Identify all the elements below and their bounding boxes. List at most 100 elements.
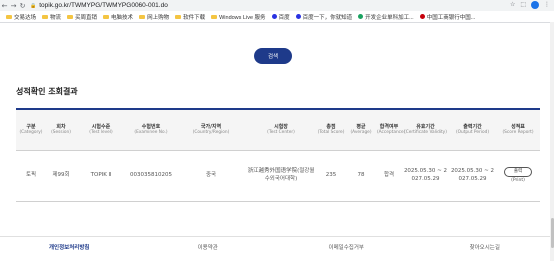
results-table: 구분 (Category) 회차 (Session) 시험수준 (Test level) 수… — [16, 110, 540, 202]
column-header: 총점 (Total Score) — [316, 110, 346, 151]
column-header-en: (Certificate Validity) — [404, 130, 447, 136]
site-favicon-icon — [419, 14, 425, 19]
bookmark-label: 网上购物 — [147, 14, 170, 21]
table-row: 토픽 제99회 TOPIK Ⅱ 003035810205 중국 浙江越秀外国语学… — [16, 150, 540, 202]
cell-country: 중국 — [176, 150, 246, 202]
column-header-ko: 유효기간 — [416, 123, 435, 130]
folder-icon — [139, 14, 146, 19]
lock-icon[interactable]: 🔒 — [30, 3, 36, 9]
column-header-en: (Average) — [350, 130, 372, 136]
url-text[interactable]: topik.go.kr/TWMYPG/TWMYPG0060-001.do — [39, 2, 168, 9]
column-header-ko: 구분 — [26, 123, 36, 130]
column-header: 구분 (Category) — [16, 110, 46, 151]
print-button[interactable]: 출력 — [504, 167, 532, 178]
bookmark-item[interactable]: 网上购物 — [139, 13, 169, 21]
column-header-en: (Test level) — [89, 130, 113, 136]
column-header: 국가/지역 (Country/Region) — [176, 110, 246, 151]
results-title: 성적확인 조회결과 — [16, 87, 78, 96]
column-header: 유효기간 (Certificate Validity) — [402, 110, 449, 151]
table-header-row: 구분 (Category) 회차 (Session) 시험수준 (Test level) 수… — [16, 110, 540, 151]
site-favicon-icon — [358, 14, 364, 19]
column-header-en: (Test Center) — [267, 130, 295, 136]
column-header-en: (Score Report) — [502, 130, 534, 136]
footer-no-email-link[interactable]: 이메일수집거부 — [277, 243, 416, 251]
bookmark-item[interactable]: 软件下载 — [175, 13, 205, 21]
folder-icon — [103, 14, 110, 19]
bookmark-label: 电脑技术 — [111, 14, 134, 21]
scrollbar-thumb[interactable] — [550, 218, 554, 248]
column-header: 성적표 (Score Report) — [496, 110, 540, 151]
bookmark-label: 物流 — [50, 14, 62, 21]
cell-category: 토픽 — [16, 150, 46, 202]
column-header: 수험번호 (Examinee No.) — [126, 110, 176, 151]
column-header: 시험수준 (Test level) — [76, 110, 126, 151]
reload-icon[interactable]: ↻ — [18, 2, 27, 10]
bookmark-label: 交易达场 — [14, 14, 37, 21]
back-icon[interactable]: ← — [0, 2, 9, 10]
column-header-ko: 합격여부 — [379, 123, 399, 130]
cell-acceptance: 합격 — [376, 150, 402, 202]
bookmark-item[interactable]: 开发企业单科加工... — [358, 13, 414, 21]
footer-terms-link[interactable]: 이용약관 — [139, 243, 278, 251]
cell-average: 78 — [346, 150, 376, 202]
menu-icon[interactable]: ⋮ — [544, 1, 550, 9]
bookmark-item[interactable]: 百度 — [271, 13, 290, 21]
column-header-en: (Acceptance) — [377, 130, 406, 136]
profile-avatar[interactable] — [531, 1, 539, 9]
footer-directions-link[interactable]: 찾아오시는길 — [416, 243, 554, 251]
bookmark-item[interactable]: 物流 — [42, 13, 61, 21]
address-bar: ← → ↻ 🔒 topik.go.kr/TWMYPG/TWMYPG0060-00… — [0, 0, 554, 11]
footer-links: 개인정보처리방침 이용약관 이메일수집거부 찾아오시는길 — [0, 236, 554, 257]
column-header-en: (Output Period) — [455, 130, 490, 136]
bookmark-item[interactable]: 电脑技术 — [103, 13, 133, 21]
search-button[interactable]: 검색 — [254, 48, 292, 64]
extensions-icon[interactable]: ⬚ — [520, 1, 526, 9]
column-header-en: (Total Score) — [317, 130, 345, 136]
column-header: 합격여부 (Acceptance) — [376, 110, 406, 151]
bookmark-label: Windows Live 服务 — [219, 14, 266, 21]
bookmark-item[interactable]: 买周直销 — [67, 13, 97, 21]
cell-validity: 2025.05.30 ~ 2027.05.29 — [402, 150, 449, 202]
bookmark-label: 百度一下，你就知道 — [302, 14, 353, 21]
cell-output-period: 2025.05.30 ~ 2027.05.29 — [449, 150, 496, 202]
bookmark-item[interactable]: 交易达场 — [6, 13, 36, 21]
column-header-ko: 수험번호 — [141, 123, 161, 130]
column-header-en: (Country/Region) — [192, 130, 230, 136]
scrollbar[interactable] — [550, 22, 554, 261]
column-header-ko: 성적표 — [511, 123, 525, 130]
bookmark-label: 软件下载 — [183, 14, 206, 21]
column-header-en: (Examinee No.) — [134, 130, 168, 136]
bookmark-label: 买周直销 — [75, 14, 98, 21]
column-header-ko: 국가/지역 — [200, 123, 222, 130]
cell-level: TOPIK Ⅱ — [76, 150, 126, 202]
cell-examinee-no: 003035810205 — [126, 150, 176, 202]
column-header: 시험장 (Test Center) — [246, 110, 316, 151]
cell-score-report: 출력 (Print) — [496, 150, 540, 202]
column-header-en: (Session) — [51, 130, 71, 136]
column-header-ko: 평균 — [356, 123, 366, 130]
column-header-ko: 시험수준 — [91, 123, 111, 130]
folder-icon — [67, 14, 74, 19]
bookmark-item[interactable]: Windows Live 服务 — [211, 13, 266, 21]
column-header-en: (Category) — [19, 130, 43, 136]
column-header: 회차 (Session) — [46, 110, 76, 151]
folder-icon — [211, 14, 218, 19]
bookmark-label: 百度 — [278, 14, 290, 21]
star-icon[interactable]: ☆ — [510, 1, 515, 9]
column-header-ko: 총점 — [326, 123, 336, 130]
column-header-ko: 회차 — [56, 123, 66, 130]
folder-icon — [42, 14, 49, 19]
footer-privacy-link[interactable]: 개인정보처리방침 — [0, 243, 139, 251]
cell-total-score: 235 — [316, 150, 346, 202]
bookmarks-bar: 交易达场 物流 买周直销 电脑技术 网上购物 软件下载 Windows Live 服务 百度 百… — [0, 11, 554, 23]
bookmark-item[interactable]: 中国工商银行中国... — [419, 13, 476, 21]
print-sublabel: (Print) — [511, 178, 525, 184]
bookmark-label: 中国工商银行中国... — [426, 14, 476, 21]
forward-icon[interactable]: → — [9, 2, 18, 10]
column-header-ko: 출력기간 — [463, 123, 482, 130]
site-favicon-icon — [295, 14, 301, 19]
bookmark-item[interactable]: 百度一下，你就知道 — [295, 13, 353, 21]
site-favicon-icon — [271, 14, 277, 19]
column-header: 평균 (Average) — [346, 110, 376, 151]
bookmark-label: 开发企业单科加工... — [365, 14, 414, 21]
